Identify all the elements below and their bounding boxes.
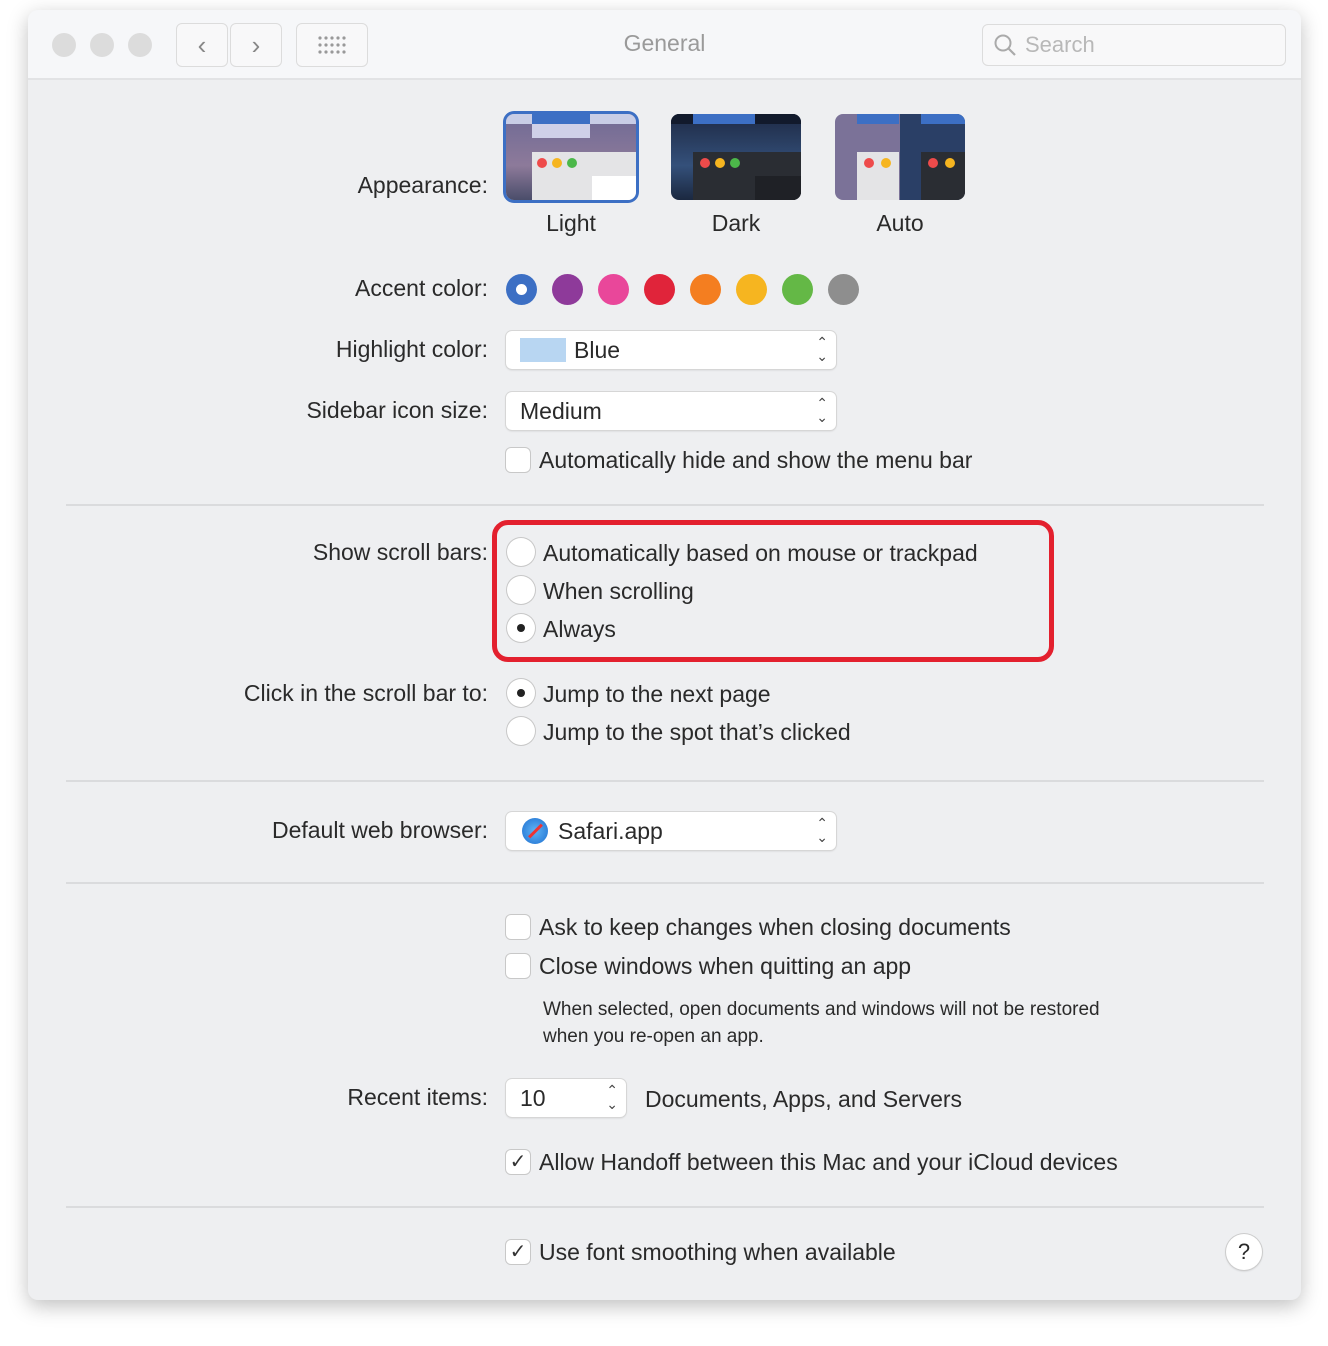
click-scroll-bar-label: Click in the scroll bar to: — [243, 680, 488, 706]
close-windows-note: When selected, open documents and window… — [543, 996, 1100, 1050]
ask-keep-changes-label: Ask to keep changes when closing documen… — [539, 914, 1011, 940]
ask-keep-changes-checkbox[interactable] — [506, 915, 530, 939]
accent-color-swatch[interactable] — [506, 274, 537, 305]
search-placeholder: Search — [1025, 32, 1095, 57]
appearance-label: Appearance: — [357, 172, 488, 198]
close-windows-label: Close windows when quitting an app — [539, 953, 912, 979]
menu-bar-checkbox[interactable] — [506, 448, 530, 472]
accent-color-label: Accent color: — [355, 275, 488, 301]
chevron-updown-icon: ⌃ ⌄ — [816, 334, 828, 364]
safari-icon — [522, 818, 548, 844]
recent-items-stepper[interactable]: 10 ⌃ ⌄ — [506, 1079, 626, 1117]
chevron-updown-icon: ⌃ ⌄ — [816, 815, 828, 845]
show-scroll-bars-label: Show scroll bars: — [312, 539, 488, 565]
sidebar-icon-size-value: Medium — [520, 397, 602, 424]
search-field[interactable]: Search — [982, 24, 1286, 66]
accent-color-swatch[interactable] — [690, 274, 721, 305]
recent-items-suffix: Documents, Apps, and Servers — [645, 1086, 963, 1112]
divider — [66, 1206, 1264, 1208]
handoff-label: Allow Handoff between this Mac and your … — [539, 1149, 1118, 1175]
jump-spot-clicked-label: Jump to the spot that’s clicked — [543, 719, 851, 745]
default-browser-label: Default web browser: — [271, 817, 488, 843]
highlight-swatch — [520, 338, 566, 362]
sidebar-icon-size-select[interactable]: Medium ⌃ ⌄ — [506, 392, 836, 430]
divider — [66, 882, 1264, 884]
system-preferences-window: ‹ › General Search Appearance: Light Dar… — [28, 10, 1301, 1300]
accent-color-swatch[interactable] — [782, 274, 813, 305]
titlebar: ‹ › General Search — [28, 10, 1301, 80]
menu-bar-label: Automatically hide and show the menu bar — [539, 447, 973, 473]
default-browser-select[interactable]: Safari.app ⌃ ⌄ — [506, 812, 836, 850]
recent-items-value: 10 — [520, 1084, 546, 1111]
chevron-updown-icon: ⌃ ⌄ — [816, 395, 828, 425]
highlight-color-select[interactable]: Blue ⌃ ⌄ — [506, 331, 836, 369]
accent-color-swatch[interactable] — [644, 274, 675, 305]
accent-color-swatch[interactable] — [598, 274, 629, 305]
appearance-light-label[interactable]: Light — [506, 210, 636, 237]
help-button[interactable]: ? — [1226, 1234, 1262, 1270]
highlight-annotation-box — [492, 520, 1054, 662]
accent-color-swatch[interactable] — [552, 274, 583, 305]
sidebar-icon-size-label: Sidebar icon size: — [306, 397, 488, 423]
appearance-dark-thumbnail[interactable] — [671, 114, 801, 200]
divider — [66, 504, 1264, 506]
handoff-checkbox[interactable]: ✓ — [506, 1150, 530, 1174]
accent-color-swatch[interactable] — [736, 274, 767, 305]
jump-next-page-radio[interactable] — [507, 679, 535, 707]
divider — [66, 780, 1264, 782]
recent-items-label: Recent items: — [347, 1084, 488, 1110]
note-line: when you re-open an app. — [543, 1026, 764, 1047]
default-browser-value: Safari.app — [558, 817, 663, 844]
font-smoothing-checkbox[interactable]: ✓ — [506, 1240, 530, 1264]
font-smoothing-label: Use font smoothing when available — [539, 1239, 896, 1265]
appearance-auto-thumbnail[interactable] — [835, 114, 965, 200]
search-icon — [994, 34, 1016, 56]
jump-spot-clicked-radio[interactable] — [507, 717, 535, 745]
appearance-dark-label[interactable]: Dark — [671, 210, 801, 237]
jump-next-page-label: Jump to the next page — [543, 681, 771, 707]
checkmark-icon: ✓ — [509, 1241, 527, 1263]
accent-color-swatch[interactable] — [828, 274, 859, 305]
chevron-updown-icon: ⌃ ⌄ — [606, 1082, 618, 1112]
highlight-color-label: Highlight color: — [335, 336, 488, 362]
appearance-light-thumbnail[interactable] — [506, 114, 636, 200]
checkmark-icon: ✓ — [509, 1151, 527, 1173]
close-windows-checkbox[interactable] — [506, 954, 530, 978]
highlight-value: Blue — [574, 336, 621, 363]
note-line: When selected, open documents and window… — [543, 999, 1100, 1020]
appearance-auto-label[interactable]: Auto — [835, 210, 965, 237]
